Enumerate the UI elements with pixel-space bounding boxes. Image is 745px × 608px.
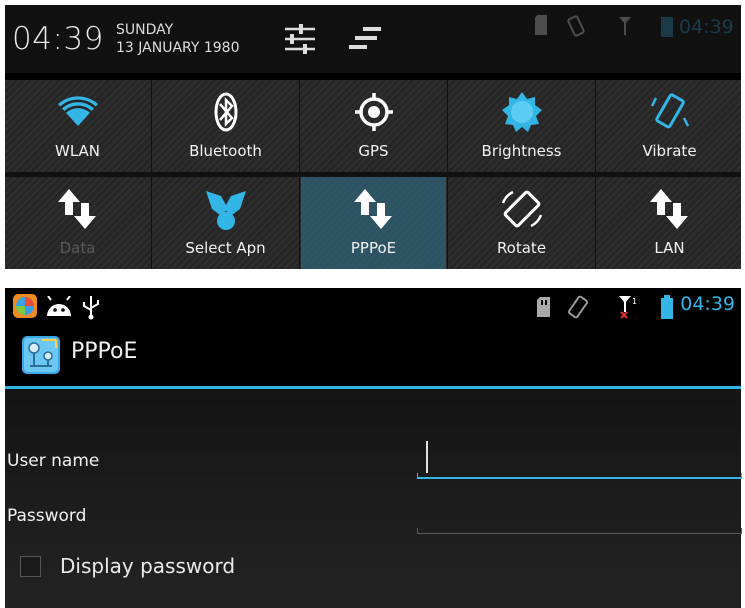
action-bar: PPPoE bbox=[5, 324, 741, 386]
underline-tick bbox=[741, 528, 742, 534]
password-underline bbox=[417, 533, 742, 534]
app-launcher-icon[interactable] bbox=[13, 294, 37, 318]
vibrate-icon bbox=[650, 93, 689, 129]
page-title: PPPoE bbox=[71, 339, 138, 364]
rotate-icon bbox=[501, 190, 542, 228]
no-signal-icon bbox=[617, 15, 633, 41]
tile-label: Brightness bbox=[481, 142, 562, 160]
tile-label: GPS bbox=[358, 142, 389, 160]
settings-sliders-icon bbox=[285, 24, 315, 54]
tile-label: Vibrate bbox=[642, 142, 697, 160]
no-signal-icon: 1 bbox=[617, 294, 637, 324]
username-underline bbox=[417, 477, 742, 479]
clock-day: SUNDAY bbox=[116, 22, 174, 38]
username-input[interactable] bbox=[417, 465, 742, 479]
action-bar-divider bbox=[5, 386, 741, 389]
clock-date: 13 JANUARY 1980 bbox=[116, 40, 240, 56]
settings-sliders-button[interactable] bbox=[281, 19, 321, 59]
data-transfer-icon bbox=[57, 189, 96, 229]
display-password-label[interactable]: Display password bbox=[60, 554, 235, 578]
display-password-checkbox[interactable] bbox=[20, 556, 41, 577]
gps-icon bbox=[354, 93, 393, 131]
tile-brightness[interactable]: Brightness bbox=[449, 80, 594, 172]
underline-tick bbox=[417, 473, 418, 479]
tile-bluetooth[interactable]: Bluetooth bbox=[153, 80, 298, 172]
bluetooth-icon bbox=[214, 92, 237, 132]
vibrate-icon bbox=[565, 15, 587, 41]
username-label: User name bbox=[7, 451, 100, 471]
pppoe-app-icon[interactable] bbox=[22, 336, 60, 374]
password-input[interactable] bbox=[417, 520, 742, 534]
tile-label: Bluetooth bbox=[189, 142, 262, 160]
brightness-icon bbox=[501, 92, 542, 132]
tile-data[interactable]: Data bbox=[5, 177, 150, 269]
tile-label: LAN bbox=[654, 239, 685, 257]
notifications-toggle-button[interactable] bbox=[345, 19, 385, 59]
quick-settings-panel: 04:39 SUNDAY 13 JANUARY 1980 04:39 WLAN … bbox=[5, 5, 741, 269]
divider bbox=[5, 172, 741, 177]
vibrate-icon bbox=[566, 295, 590, 323]
tile-vibrate[interactable]: Vibrate bbox=[597, 80, 742, 172]
underline-tick bbox=[417, 528, 418, 534]
status-bar: 1 04:39 bbox=[5, 288, 741, 324]
sd-card-icon bbox=[535, 15, 549, 39]
svg-text:1: 1 bbox=[632, 297, 637, 306]
status-time: 04:39 bbox=[680, 293, 735, 315]
usb-icon bbox=[81, 294, 101, 320]
tile-label: PPPoE bbox=[350, 239, 397, 257]
tile-pppoe[interactable]: PPPoE bbox=[301, 177, 446, 269]
tile-label: Rotate bbox=[496, 239, 547, 257]
tile-label: Data bbox=[59, 239, 96, 257]
android-icon bbox=[45, 295, 73, 318]
select-apn-icon bbox=[205, 191, 246, 230]
battery-icon bbox=[661, 15, 673, 41]
tile-label: WLAN bbox=[54, 142, 100, 160]
battery-icon bbox=[661, 295, 673, 323]
password-label: Password bbox=[7, 506, 87, 526]
tile-rotate[interactable]: Rotate bbox=[449, 177, 594, 269]
sd-card-icon bbox=[537, 297, 551, 321]
quick-settings-grid: WLAN Bluetooth GPS Brightness Vibrate Da… bbox=[5, 80, 741, 269]
tile-select-apn[interactable]: Select Apn bbox=[153, 177, 298, 269]
pppoe-screen: 1 04:39 PPPoE User name Password Display… bbox=[5, 288, 742, 608]
tile-lan[interactable]: LAN bbox=[597, 177, 742, 269]
underline-tick bbox=[741, 473, 742, 479]
pppoe-transfer-icon bbox=[353, 189, 392, 229]
notifications-list-icon bbox=[349, 27, 381, 49]
text-cursor bbox=[426, 441, 428, 473]
status-time-faint: 04:39 bbox=[679, 16, 734, 38]
quick-settings-header: 04:39 SUNDAY 13 JANUARY 1980 04:39 bbox=[5, 5, 741, 73]
tile-label: Select Apn bbox=[185, 239, 266, 257]
clock-time: 04:39 bbox=[12, 21, 104, 57]
tile-wlan[interactable]: WLAN bbox=[5, 80, 150, 172]
tile-gps[interactable]: GPS bbox=[301, 80, 446, 172]
wifi-icon bbox=[57, 96, 98, 126]
lan-transfer-icon bbox=[649, 189, 688, 229]
